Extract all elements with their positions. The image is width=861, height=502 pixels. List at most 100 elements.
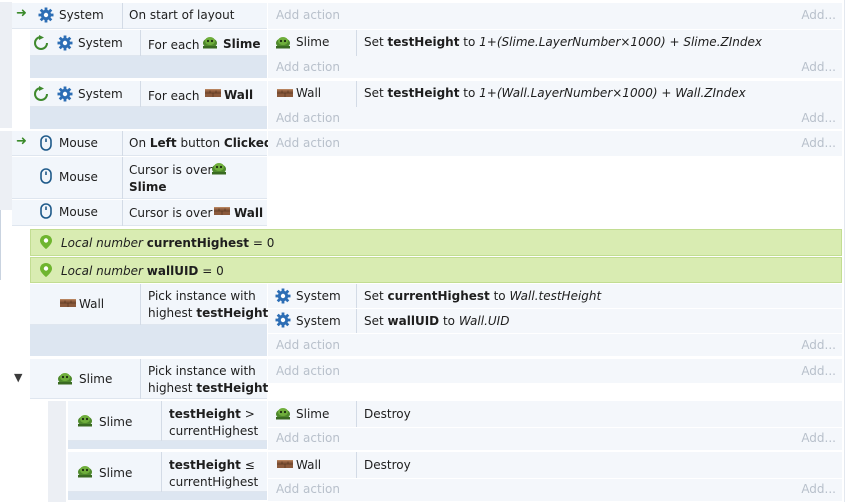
condition-text: Pick instance with: [148, 289, 256, 303]
condition-text-line2: currentHighest: [169, 475, 259, 489]
location-pin-icon: [40, 235, 52, 249]
sub-event-condition[interactable]: Slime testHeight > currentHighest: [68, 401, 267, 441]
add-action-link[interactable]: Add action: [276, 338, 340, 352]
add-more-link[interactable]: Add...: [801, 482, 836, 496]
action-row[interactable]: Wall Set testHeight to 1+(Wall.LayerNumb…: [268, 81, 842, 107]
local-variable-text: Local number wallUID = 0: [61, 264, 224, 278]
local-variable-text: Local number currentHighest = 0: [61, 236, 275, 250]
condition-text: Cursor is over: [129, 163, 213, 177]
repeat-icon: [34, 86, 48, 101]
event-gutter[interactable]: [0, 2, 12, 128]
event-condition-row[interactable]: ➜ Mouse On Left button Clicked: [12, 131, 272, 156]
action-row[interactable]: System Set wallUID to Wall.UID: [268, 309, 842, 333]
add-action-row[interactable]: Add action Add...: [268, 359, 842, 383]
condition-text: On start of layout: [129, 8, 235, 22]
add-action-link[interactable]: Add action: [276, 111, 340, 125]
event-condition-row[interactable]: ➜ System On start of layout: [12, 3, 267, 29]
sub-event-gutter: [48, 401, 66, 502]
condition-object: Slime: [129, 180, 167, 194]
sub-event-condition[interactable]: Slime Pick instance with highest testHei…: [30, 359, 269, 399]
condition-object: Slime: [223, 37, 261, 51]
system-gear-icon: [275, 288, 291, 304]
condition-text-line2: currentHighest: [169, 424, 259, 438]
action-object-name: System: [296, 314, 341, 328]
condition-object-name: Slime: [79, 372, 113, 386]
slime-icon: [78, 466, 92, 478]
slime-icon: [276, 37, 290, 49]
add-action-link[interactable]: Add action: [276, 136, 340, 150]
action-row[interactable]: Slime Destroy: [268, 401, 842, 427]
location-pin-icon: [40, 263, 52, 277]
condition-text: testHeight ≤: [169, 458, 255, 472]
action-row[interactable]: Wall Destroy: [268, 452, 842, 478]
action-text: Set testHeight to 1+(Slime.LayerNumber×1…: [364, 35, 762, 49]
action-text: Destroy: [364, 407, 411, 421]
add-action-row[interactable]: Add action Add...: [268, 107, 842, 129]
slime-icon: [276, 408, 290, 420]
add-action-row[interactable]: Add action Add...: [268, 428, 842, 450]
system-gear-icon: [38, 7, 54, 23]
add-more-link[interactable]: Add...: [801, 431, 836, 445]
wall-icon: [205, 88, 221, 98]
add-action-link[interactable]: Add action: [276, 431, 340, 445]
add-action-link[interactable]: Add action: [276, 60, 340, 74]
action-object-name: Wall: [296, 458, 322, 472]
trigger-arrow-icon: ➜: [16, 134, 27, 149]
condition-object: Wall: [224, 88, 254, 102]
add-action-row[interactable]: Add action Add...: [268, 479, 842, 501]
local-variable-row[interactable]: Local number currentHighest = 0: [30, 229, 842, 256]
sub-event-condition[interactable]: System For each Slime: [30, 30, 267, 56]
condition-text: testHeight >: [169, 407, 255, 421]
add-more-link[interactable]: Add...: [801, 60, 836, 74]
vertical-scrollbar[interactable]: [844, 0, 861, 502]
slime-icon: [58, 373, 72, 385]
action-text: Set currentHighest to Wall.testHeight: [364, 289, 602, 303]
action-row[interactable]: System Set currentHighest to Wall.testHe…: [268, 284, 842, 308]
system-gear-icon: [275, 312, 291, 328]
event-condition-row[interactable]: Mouse Cursor is over Slime: [12, 157, 267, 199]
condition-object-name: Slime: [99, 415, 133, 429]
condition-text-line2: highest testHeight: [148, 381, 269, 395]
condition-object-name: Mouse: [59, 170, 98, 184]
action-row[interactable]: Slime Set testHeight to 1+(Slime.LayerNu…: [268, 30, 842, 56]
wall-icon: [60, 298, 76, 308]
add-action-link[interactable]: Add action: [276, 482, 340, 496]
condition-object-name: Wall: [79, 297, 105, 311]
action-object-name: System: [296, 289, 341, 303]
slime-icon: [212, 163, 226, 175]
action-text: Destroy: [364, 458, 411, 472]
add-more-link[interactable]: Add...: [801, 364, 836, 378]
add-more-link[interactable]: Add...: [801, 8, 836, 22]
add-more-link[interactable]: Add...: [801, 111, 836, 125]
slime-icon: [203, 37, 217, 49]
sub-event-condition[interactable]: Slime testHeight ≤ currentHighest: [68, 452, 267, 492]
action-object-name: Slime: [296, 35, 330, 49]
add-action-row[interactable]: Add action Add...: [268, 334, 842, 356]
condition-text: Pick instance with: [148, 364, 256, 378]
add-action-row[interactable]: Add action Add...: [268, 131, 842, 156]
add-more-link[interactable]: Add...: [801, 338, 836, 352]
collapse-toggle-icon[interactable]: ▼: [14, 371, 22, 384]
action-object-name: Slime: [296, 407, 330, 421]
local-variable-row[interactable]: Local number wallUID = 0: [30, 257, 842, 283]
action-text: Set wallUID to Wall.UID: [364, 314, 510, 328]
add-more-link[interactable]: Add...: [801, 136, 836, 150]
sub-event-condition[interactable]: Wall Pick instance with highest testHeig…: [30, 284, 269, 325]
condition-object-name: Mouse: [59, 136, 98, 150]
wall-icon: [214, 206, 230, 216]
condition-text: On Left button Clicked: [129, 136, 273, 150]
condition-object-name: System: [59, 8, 104, 22]
condition-object-name: System: [78, 36, 123, 50]
add-action-link[interactable]: Add action: [276, 364, 340, 378]
event-condition-row[interactable]: Mouse Cursor is over Wall: [12, 200, 267, 226]
repeat-icon: [34, 35, 48, 50]
action-text: Set testHeight to 1+(Wall.LayerNumber×10…: [364, 86, 746, 100]
add-action-row[interactable]: Add action Add...: [268, 56, 842, 78]
sub-event-condition[interactable]: System For each Wall: [30, 81, 267, 107]
wall-icon: [277, 88, 293, 98]
add-action-row[interactable]: Add action Add...: [268, 3, 842, 29]
condition-object-name: Slime: [99, 466, 133, 480]
condition-text-line2: highest testHeight: [148, 306, 269, 320]
mouse-icon: [40, 135, 52, 151]
add-action-link[interactable]: Add action: [276, 8, 340, 22]
